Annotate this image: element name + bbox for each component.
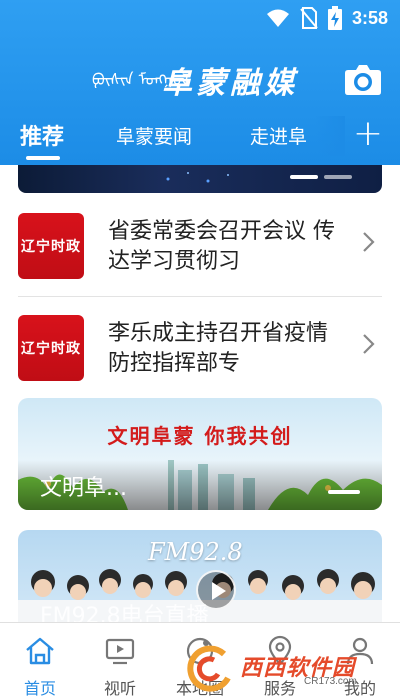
news-list-item[interactable]: 辽宁时政 省委常委会召开会议 传达学习贯彻习 [18, 195, 382, 295]
top-banner-carousel[interactable] [18, 165, 382, 193]
banner-graphic [166, 172, 229, 183]
status-icons: 3:58 [266, 6, 388, 30]
civilization-feature-card[interactable]: 文明阜蒙 你我共创 文明阜... [18, 398, 382, 510]
add-channel-button[interactable]: + [350, 114, 386, 154]
news-title: 省委常委会召开会议 传达学习贯彻习 [108, 219, 335, 274]
nav-label: 首页 [23, 679, 56, 698]
thumbnail-label: 辽宁时政 [21, 341, 81, 357]
carousel-dot [290, 175, 318, 179]
news-thumbnail: 辽宁时政 [18, 213, 84, 279]
news-thumbnail: 辽宁时政 [18, 315, 84, 381]
carousel-indicator [290, 175, 352, 179]
nav-home[interactable]: 首页 [0, 623, 80, 700]
tab-into-fumeng[interactable]: 走进阜 [250, 122, 307, 149]
wifi-icon [266, 9, 289, 27]
news-list-item[interactable]: 辽宁时政 李乐成主持召开省疫情防控指挥部专 [18, 297, 382, 397]
thumbnail-label: 辽宁时政 [21, 239, 81, 255]
home-icon [26, 637, 54, 665]
carousel-indicator [328, 490, 360, 494]
tab-recommend[interactable]: 推荐 [20, 119, 64, 151]
watermark-logo-icon [187, 645, 231, 692]
camera-icon[interactable] [344, 62, 382, 96]
status-bar: 3:58 [0, 0, 400, 36]
app-header: 3:58 ᠹᠦᠰᠢᠨ ᠮᠣᠩᠭᠣᠯ 阜蒙融媒 推荐 阜蒙要闻 走进阜 + [0, 0, 400, 165]
news-title: 李乐成主持召开省疫情防控指挥部专 [108, 321, 329, 376]
active-tab-indicator [26, 156, 60, 160]
site-watermark: 西西软件园 CR173.com [184, 644, 384, 694]
no-sim-icon [300, 7, 318, 29]
card-caption: 文明阜... [40, 476, 127, 501]
watermark-url: CR173.com [304, 676, 357, 687]
status-time: 3:58 [351, 7, 388, 28]
fm-radio-card[interactable]: FM92.8 FM92.8电台直播 [18, 530, 382, 622]
nav-label: 视听 [103, 679, 136, 698]
carousel-dot [324, 175, 352, 179]
tab-fade-overlay [315, 116, 345, 156]
chevron-right-icon [363, 232, 375, 252]
battery-charging-icon [327, 6, 342, 30]
tv-icon [105, 638, 135, 665]
brand-title: 阜蒙融媒 [162, 66, 298, 101]
news-feed[interactable]: 辽宁时政 省委常委会召开会议 传达学习贯彻习 辽宁时政 李乐成主持召开省疫情防控… [0, 165, 400, 622]
chevron-right-icon [363, 334, 375, 354]
tab-fumeng-news[interactable]: 阜蒙要闻 [116, 122, 192, 149]
channel-tabs: 推荐 阜蒙要闻 走进阜 + [0, 114, 400, 160]
brand-bar: ᠹᠦᠰᠢᠨ ᠮᠣᠩᠭᠣᠯ 阜蒙融媒 [0, 56, 400, 102]
nav-audio-video[interactable]: 视听 [80, 623, 160, 700]
card-caption: FM92.8电台直播 [40, 604, 209, 622]
card-slogan: 文明阜蒙 你我共创 [107, 424, 293, 448]
